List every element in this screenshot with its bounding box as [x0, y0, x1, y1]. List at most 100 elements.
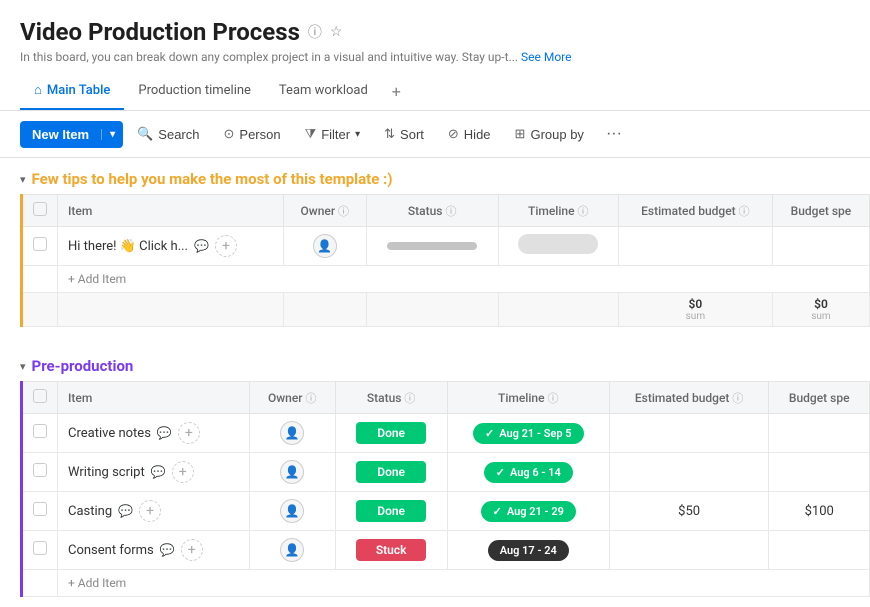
- tips-section-title: Few tips to help you make the most of th…: [32, 170, 393, 188]
- row-checkbox[interactable]: [33, 424, 47, 438]
- select-all-checkbox[interactable]: [33, 202, 47, 216]
- col-status-pre: Status ⓘ: [335, 382, 447, 414]
- status-badge: Done: [356, 461, 426, 483]
- col-budget-spent-pre: Budget spe: [769, 382, 870, 414]
- cell-timeline: ✓Aug 21 - Sep 5: [447, 414, 609, 453]
- status-badge: Stuck: [356, 539, 426, 561]
- cell-timeline: ✓Aug 21 - 29: [447, 492, 609, 531]
- info-icon[interactable]: ⓘ: [308, 22, 322, 42]
- tips-table-wrap: Item Owner ⓘ Status ⓘ Timeline ⓘ: [20, 194, 870, 327]
- tips-section-header[interactable]: ▾ Few tips to help you make the most of …: [0, 158, 870, 194]
- col-item-pre: Item: [58, 382, 250, 414]
- tips-section: ▾ Few tips to help you make the most of …: [0, 158, 870, 327]
- status-badge: Done: [356, 500, 426, 522]
- owner-avatar: 👤: [313, 234, 337, 258]
- chat-icon: 💬: [194, 239, 209, 253]
- search-button[interactable]: 🔍 Search: [127, 120, 209, 148]
- add-item-label[interactable]: + Add Item: [58, 570, 870, 597]
- row-checkbox[interactable]: [33, 463, 47, 477]
- add-owner-icon[interactable]: +: [181, 539, 203, 561]
- row-checkbox[interactable]: [33, 541, 47, 555]
- item-text: Consent forms: [68, 543, 154, 558]
- tab-team-workload[interactable]: Team workload: [265, 73, 382, 110]
- chat-icon: 💬: [151, 465, 166, 479]
- tips-table: Item Owner ⓘ Status ⓘ Timeline ⓘ: [23, 194, 870, 327]
- person-button[interactable]: ⊙ Person: [214, 120, 291, 148]
- pre-production-section: ▾ Pre-production Item Owner ⓘ: [0, 345, 870, 597]
- more-button[interactable]: ···: [598, 119, 630, 149]
- col-status-tips: Status ⓘ: [366, 195, 498, 227]
- timeline-info-icon[interactable]: ⓘ: [578, 205, 589, 218]
- timeline-badge: Aug 17 - 24: [488, 540, 569, 561]
- cell-owner: 👤: [249, 453, 335, 492]
- page-title: Video Production Process: [20, 18, 300, 46]
- star-icon[interactable]: ☆: [330, 24, 343, 40]
- owner-avatar: 👤: [280, 460, 304, 484]
- row-checkbox[interactable]: [33, 237, 47, 251]
- timeline-badge: [518, 234, 598, 254]
- add-owner-icon[interactable]: +: [139, 500, 161, 522]
- group-by-button[interactable]: ⊞ Group by: [505, 120, 594, 148]
- sum-row: $0 sum $0 sum: [23, 293, 870, 327]
- pre-prod-table: Item Owner ⓘ Status ⓘ Timeline ⓘ: [23, 381, 870, 597]
- pre-production-section-header[interactable]: ▾ Pre-production: [0, 345, 870, 381]
- table-row: Writing script 💬 + 👤 Done ✓Aug 6 - 14: [23, 453, 870, 492]
- col-budget-pre: Estimated budget ⓘ: [609, 382, 769, 414]
- cell-status[interactable]: Done: [335, 492, 447, 531]
- add-owner-icon[interactable]: +: [178, 422, 200, 444]
- add-tab-button[interactable]: +: [382, 74, 411, 109]
- col-timeline-tips: Timeline ⓘ: [498, 195, 618, 227]
- cell-budget-spent: [769, 453, 870, 492]
- budget-info-icon-pre[interactable]: ⓘ: [732, 392, 743, 405]
- cell-item: Creative notes 💬 +: [58, 414, 250, 453]
- owner-info-icon[interactable]: ⓘ: [338, 205, 349, 218]
- col-timeline-pre: Timeline ⓘ: [447, 382, 609, 414]
- filter-icon: ⧩: [305, 126, 317, 142]
- col-budget-spent-tips: Budget spe: [772, 195, 869, 227]
- new-item-chevron[interactable]: ▾: [101, 129, 123, 140]
- tabs-bar: ⌂ Main Table Production timeline Team wo…: [0, 72, 870, 111]
- cell-budget-spent: [772, 227, 869, 266]
- owner-avatar: 👤: [280, 421, 304, 445]
- add-item-row[interactable]: + Add Item: [23, 570, 870, 597]
- cell-budget: [618, 227, 772, 266]
- cell-item: Casting 💬 +: [58, 492, 250, 531]
- owner-avatar: 👤: [280, 499, 304, 523]
- hide-button[interactable]: ⊘ Hide: [438, 120, 501, 148]
- cell-budget-spent: $100: [769, 492, 870, 531]
- add-item-label[interactable]: + Add Item: [58, 266, 870, 293]
- cell-status[interactable]: Stuck: [335, 531, 447, 570]
- see-more-link[interactable]: See More: [521, 50, 571, 64]
- pre-prod-select-all[interactable]: [33, 389, 47, 403]
- timeline-info-icon-pre[interactable]: ⓘ: [548, 392, 559, 405]
- owner-info-icon-pre[interactable]: ⓘ: [306, 392, 317, 405]
- add-owner-icon[interactable]: +: [172, 461, 194, 483]
- item-text: Writing script: [68, 465, 145, 480]
- cell-budget-spent: [769, 531, 870, 570]
- add-item-row[interactable]: + Add Item: [23, 266, 870, 293]
- budget-info-icon[interactable]: ⓘ: [739, 205, 750, 218]
- row-checkbox[interactable]: [33, 502, 47, 516]
- new-item-button[interactable]: New Item ▾: [20, 121, 123, 148]
- cell-owner: 👤: [249, 414, 335, 453]
- col-owner-tips: Owner ⓘ: [283, 195, 366, 227]
- tab-main-table[interactable]: ⌂ Main Table: [20, 72, 124, 110]
- status-info-icon-pre[interactable]: ⓘ: [404, 392, 415, 405]
- item-text: Creative notes: [68, 426, 151, 441]
- sort-button[interactable]: ⇅ Sort: [374, 120, 434, 148]
- cell-budget: $50: [609, 492, 769, 531]
- filter-button[interactable]: ⧩ Filter ▾: [295, 120, 371, 148]
- add-owner-icon[interactable]: +: [215, 235, 237, 257]
- table-row: Consent forms 💬 + 👤 Stuck Aug 17 - 24: [23, 531, 870, 570]
- chat-icon: 💬: [118, 504, 133, 518]
- cell-budget: [609, 453, 769, 492]
- budget-spent-sum-value: $0: [783, 297, 859, 311]
- status-badge: [387, 242, 477, 250]
- cell-owner: 👤: [249, 492, 335, 531]
- tab-production-timeline[interactable]: Production timeline: [124, 73, 265, 110]
- cell-status[interactable]: Done: [335, 453, 447, 492]
- budget-sum-label: sum: [629, 311, 762, 322]
- cell-status[interactable]: Done: [335, 414, 447, 453]
- status-info-icon[interactable]: ⓘ: [445, 205, 456, 218]
- cell-status[interactable]: [366, 227, 498, 266]
